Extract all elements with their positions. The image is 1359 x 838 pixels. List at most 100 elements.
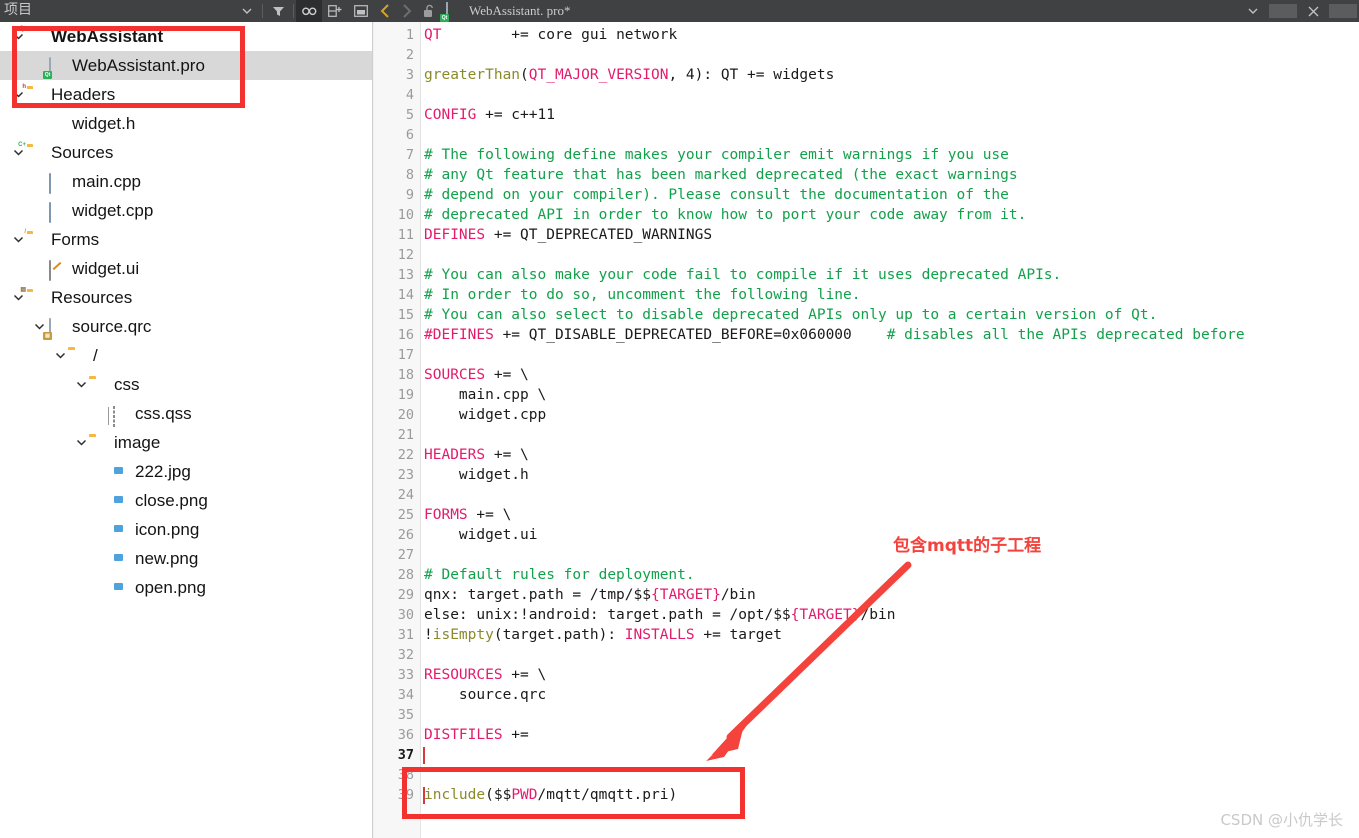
chevron-down-icon[interactable] — [73, 377, 89, 393]
code-editor[interactable]: 1 QT += core gui network 2 3 greaterThan(QT_… — [374, 22, 1359, 838]
code-line[interactable]: 11 DEFINES += QT_DEPRECATED_WARNINGS — [374, 225, 1359, 245]
gutter-separator — [420, 405, 421, 425]
code-line[interactable]: 31 !isEmpty(target.path): INSTALLS += tar… — [374, 625, 1359, 645]
ui-file-icon — [49, 259, 51, 281]
code-line[interactable]: 12 — [374, 245, 1359, 265]
tree-item-222-jpg[interactable]: 222.jpg — [0, 457, 372, 486]
code-line[interactable]: 8 # any Qt feature that has been marked d… — [374, 165, 1359, 185]
tree-item-source-qrc[interactable]: ▤ source.qrc — [0, 312, 372, 341]
code-line[interactable]: 29 qnx: target.path = /tmp/$${TARGET}/bin — [374, 585, 1359, 605]
code-line[interactable]: 15 # You can also select to disable depre… — [374, 305, 1359, 325]
split-add-icon[interactable] — [322, 0, 348, 22]
link-icon[interactable] — [296, 0, 322, 22]
code-line[interactable]: 39 include($$PWD/mqtt/qmqtt.pri) — [374, 785, 1359, 805]
line-number: 16 — [397, 327, 414, 343]
code-text: CONFIG += c++11 — [424, 107, 555, 123]
code-line[interactable]: 37 — [374, 745, 1359, 765]
project-tree[interactable]: Qt WebAssistant Qt WebAssistant.pro h Headers… — [0, 22, 372, 838]
filter-icon[interactable] — [265, 0, 291, 22]
code-line[interactable]: 13 # You can also make your code fail to … — [374, 265, 1359, 285]
tree-item-close-png[interactable]: close.png — [0, 486, 372, 515]
sidebar-title: 项目 — [4, 1, 32, 17]
code-line[interactable]: 23 widget.h — [374, 465, 1359, 485]
code-line[interactable]: 32 — [374, 645, 1359, 665]
toolbar-separator — [293, 4, 294, 18]
code-line[interactable]: 26 widget.ui — [374, 525, 1359, 545]
code-line[interactable]: 18 SOURCES += \ — [374, 365, 1359, 385]
tree-item-image[interactable]: image — [0, 428, 372, 457]
tree-item-new-png[interactable]: new.png — [0, 544, 372, 573]
chevron-down-icon[interactable] — [234, 0, 260, 22]
code-line[interactable]: 14 # In order to do so, uncomment the fol… — [374, 285, 1359, 305]
code-line[interactable]: 5 CONFIG += c++11 — [374, 105, 1359, 125]
tree-item-resources[interactable]: ▤ Resources — [0, 283, 372, 312]
editor-tab[interactable]: Qt WebAssistant. pro* — [440, 0, 579, 22]
forward-icon[interactable] — [396, 0, 418, 22]
tree-item-css-qss[interactable]: css.qss — [0, 399, 372, 428]
code-line[interactable]: 4 — [374, 85, 1359, 105]
code-text: widget.h — [424, 467, 529, 483]
gutter-separator — [420, 245, 421, 265]
tree-item-widget-ui[interactable]: widget.ui — [0, 254, 372, 283]
line-number: 18 — [397, 367, 414, 383]
code-text: # any Qt feature that has been marked de… — [424, 167, 1018, 183]
tree-item-open-png[interactable]: open.png — [0, 573, 372, 602]
code-text: # The following define makes your compil… — [424, 147, 1009, 163]
tab-chevron-down-icon[interactable] — [1239, 0, 1267, 22]
code-line[interactable]: 2 — [374, 45, 1359, 65]
tree-item-widget-h[interactable]: widget.h — [0, 109, 372, 138]
tree-item-webassistant-pro[interactable]: Qt WebAssistant.pro — [0, 51, 372, 80]
tree-item-label: image — [114, 433, 161, 452]
tree-item-css[interactable]: css — [0, 370, 372, 399]
line-number: 24 — [397, 487, 414, 503]
code-text: #DEFINES += QT_DISABLE_DEPRECATED_BEFORE… — [424, 327, 1245, 343]
code-line[interactable]: 28 # Default rules for deployment. — [374, 565, 1359, 585]
dock-icon[interactable] — [348, 0, 374, 22]
tree-item--[interactable]: / — [0, 341, 372, 370]
code-line[interactable]: 20 widget.cpp — [374, 405, 1359, 425]
code-line[interactable]: 9 # depend on your compiler). Please cons… — [374, 185, 1359, 205]
tree-item-icon-png[interactable]: icon.png — [0, 515, 372, 544]
line-number: 29 — [397, 587, 414, 603]
code-line[interactable]: 10 # deprecated API in order to know how … — [374, 205, 1359, 225]
code-line[interactable]: 19 main.cpp \ — [374, 385, 1359, 405]
tree-item-widget-cpp[interactable]: widget.cpp — [0, 196, 372, 225]
code-line[interactable]: 22 HEADERS += \ — [374, 445, 1359, 465]
code-line[interactable]: 25 FORMS += \ — [374, 505, 1359, 525]
code-line[interactable]: 38 — [374, 765, 1359, 785]
code-text: RESOURCES += \ — [424, 667, 547, 683]
line-number: 21 — [397, 427, 414, 443]
code-line[interactable]: 34 source.qrc — [374, 685, 1359, 705]
code-line[interactable]: 33 RESOURCES += \ — [374, 665, 1359, 685]
tree-item-label: WebAssistant — [51, 27, 164, 46]
code-line[interactable]: 35 — [374, 705, 1359, 725]
code-line[interactable]: 36 DISTFILES += — [374, 725, 1359, 745]
unlock-icon[interactable] — [418, 0, 440, 22]
line-number: 5 — [405, 107, 414, 123]
code-line[interactable]: 30 else: unix:!android: target.path = /op… — [374, 605, 1359, 625]
close-icon[interactable] — [1299, 0, 1327, 22]
code-line[interactable]: 21 — [374, 425, 1359, 445]
tree-item-sources[interactable]: C+ Sources — [0, 138, 372, 167]
tree-item-headers[interactable]: h Headers — [0, 80, 372, 109]
code-line[interactable]: 3 greaterThan(QT_MAJOR_VERSION, 4): QT +=… — [374, 65, 1359, 85]
back-icon[interactable] — [374, 0, 396, 22]
gutter-separator — [420, 325, 421, 345]
code-line[interactable]: 16 #DEFINES += QT_DISABLE_DEPRECATED_BEFO… — [374, 325, 1359, 345]
tree-item-webassistant[interactable]: Qt WebAssistant — [0, 22, 372, 51]
chevron-down-icon[interactable] — [73, 435, 89, 451]
code-line[interactable]: 27 — [374, 545, 1359, 565]
tree-item-main-cpp[interactable]: main.cpp — [0, 167, 372, 196]
code-line[interactable]: 7 # The following define makes your compi… — [374, 145, 1359, 165]
code-line[interactable]: 1 QT += core gui network — [374, 25, 1359, 45]
tree-item-forms[interactable]: / Forms — [0, 225, 372, 254]
code-text: source.qrc — [424, 687, 547, 703]
gutter-separator — [420, 645, 421, 665]
tree-item-icon — [110, 550, 128, 568]
code-line[interactable]: 24 — [374, 485, 1359, 505]
code-line[interactable]: 6 — [374, 125, 1359, 145]
code-line[interactable]: 17 — [374, 345, 1359, 365]
tree-item-icon: Qt — [43, 56, 65, 79]
chevron-down-icon[interactable] — [52, 348, 68, 364]
tree-item-icon: C+ — [17, 141, 27, 148]
